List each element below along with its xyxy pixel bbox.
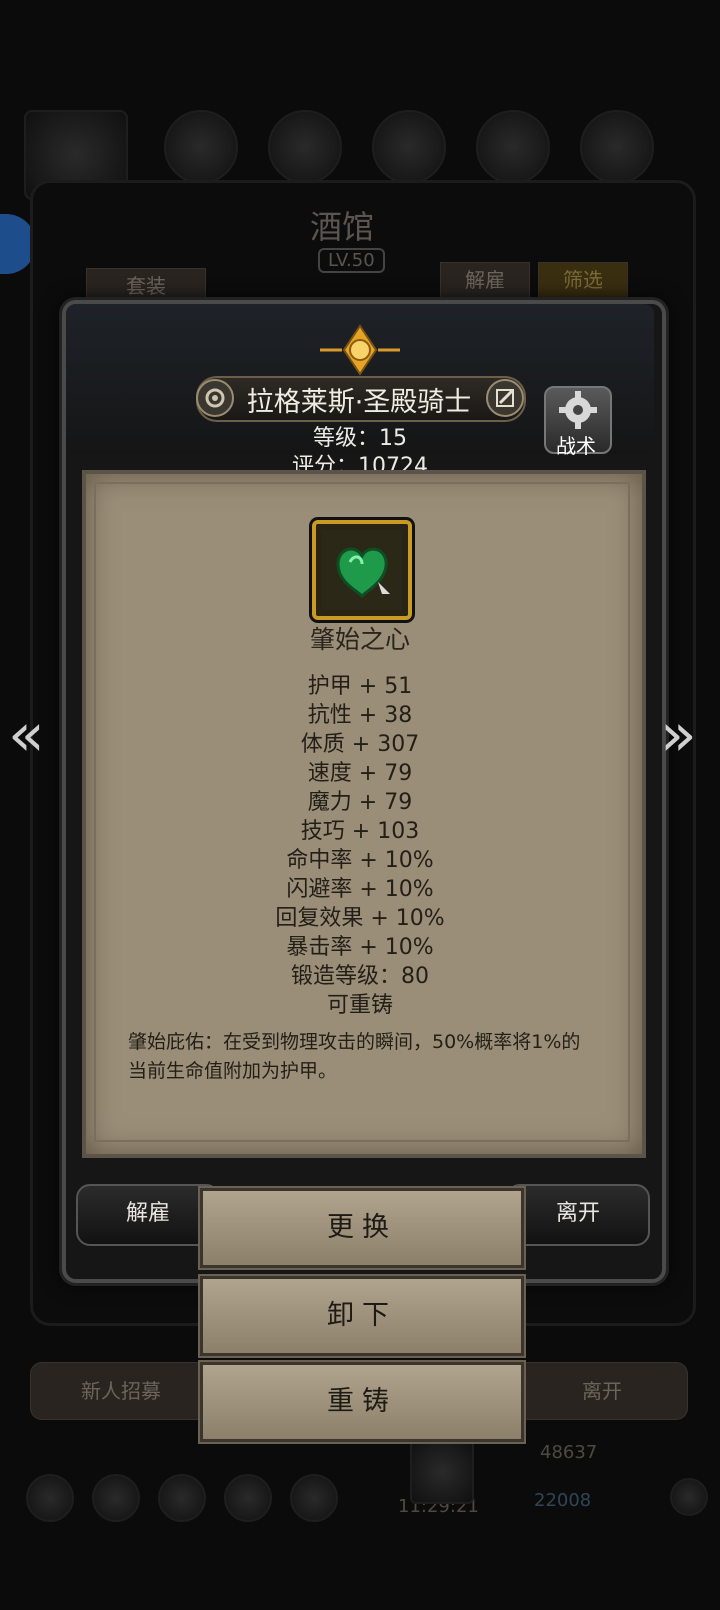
- stat-skill: 技巧 + 103: [300, 819, 420, 844]
- bottom-nav-icon-3: [158, 1474, 206, 1522]
- rename-pencil-icon[interactable]: [486, 379, 524, 417]
- recruit-button[interactable]: 新人招募: [30, 1362, 212, 1420]
- tavern-level: LV.50: [318, 248, 385, 273]
- menu-round-icon-4: [476, 110, 550, 184]
- green-gem-heart-icon: [312, 520, 412, 620]
- bottom-nav-icon-5: [290, 1474, 338, 1522]
- previous-arrow-icon[interactable]: «: [8, 700, 45, 770]
- stat-recovery: 回复效果 + 10%: [275, 906, 445, 931]
- stat-forge-level: 锻造等级：80: [291, 964, 429, 989]
- item-stats-list: 护甲 + 51 抗性 + 38 体质 + 307 速度 + 79 魔力 + 79…: [160, 672, 560, 1020]
- tavern-title: 酒馆: [310, 208, 375, 246]
- gold-emblem-icon: [320, 324, 400, 376]
- replace-button[interactable]: 更换: [200, 1188, 524, 1268]
- gold-amount: 48637: [540, 1442, 598, 1463]
- unequip-button[interactable]: 卸下: [200, 1276, 524, 1356]
- bottom-nav-icon-4: [224, 1474, 272, 1522]
- stat-armor: 护甲 + 51: [307, 674, 413, 699]
- tactics-label: 战术: [556, 434, 596, 458]
- filter-button[interactable]: 筛选: [538, 262, 628, 298]
- leave-button[interactable]: 离开: [506, 1184, 650, 1246]
- gem-amount: 22008: [534, 1490, 592, 1511]
- gift-box-icon: [410, 1440, 474, 1504]
- menu-round-icon-1: [164, 110, 238, 184]
- stat-dodge-rate: 闪避率 + 10%: [286, 877, 434, 902]
- add-icon[interactable]: [670, 1478, 708, 1516]
- menu-round-icon-2: [268, 110, 342, 184]
- bg-dismiss-button[interactable]: 解雇: [440, 262, 530, 298]
- reforge-button[interactable]: 重铸: [200, 1362, 524, 1442]
- stat-speed: 速度 + 79: [307, 761, 413, 786]
- bottom-nav-icon-1: [26, 1474, 74, 1522]
- stat-crit-rate: 暴击率 + 10%: [286, 935, 434, 960]
- bottom-nav-icon-2: [92, 1474, 140, 1522]
- item-description: 肇始庇佑：在受到物理攻击的瞬间，50%概率将1%的当前生命值附加为护甲。: [128, 1031, 581, 1082]
- next-arrow-icon[interactable]: »: [660, 700, 697, 770]
- menu-round-icon-5: [580, 110, 654, 184]
- stat-resistance: 抗性 + 38: [307, 703, 413, 728]
- gear-icon: [559, 391, 597, 429]
- dismiss-button[interactable]: 解雇: [76, 1184, 220, 1246]
- stat-reforgeable: 可重铸: [326, 993, 393, 1018]
- hero-name: 拉格莱斯·圣殿骑士: [246, 387, 472, 418]
- bg-leave-button[interactable]: 离开: [516, 1362, 688, 1420]
- menu-round-icon-3: [372, 110, 446, 184]
- stat-hit-rate: 命中率 + 10%: [286, 848, 434, 873]
- item-name: 肇始之心: [309, 625, 410, 654]
- stat-magic: 魔力 + 79: [307, 790, 413, 815]
- set-button[interactable]: 套装: [86, 268, 206, 304]
- stat-constitution: 体质 + 307: [300, 732, 420, 757]
